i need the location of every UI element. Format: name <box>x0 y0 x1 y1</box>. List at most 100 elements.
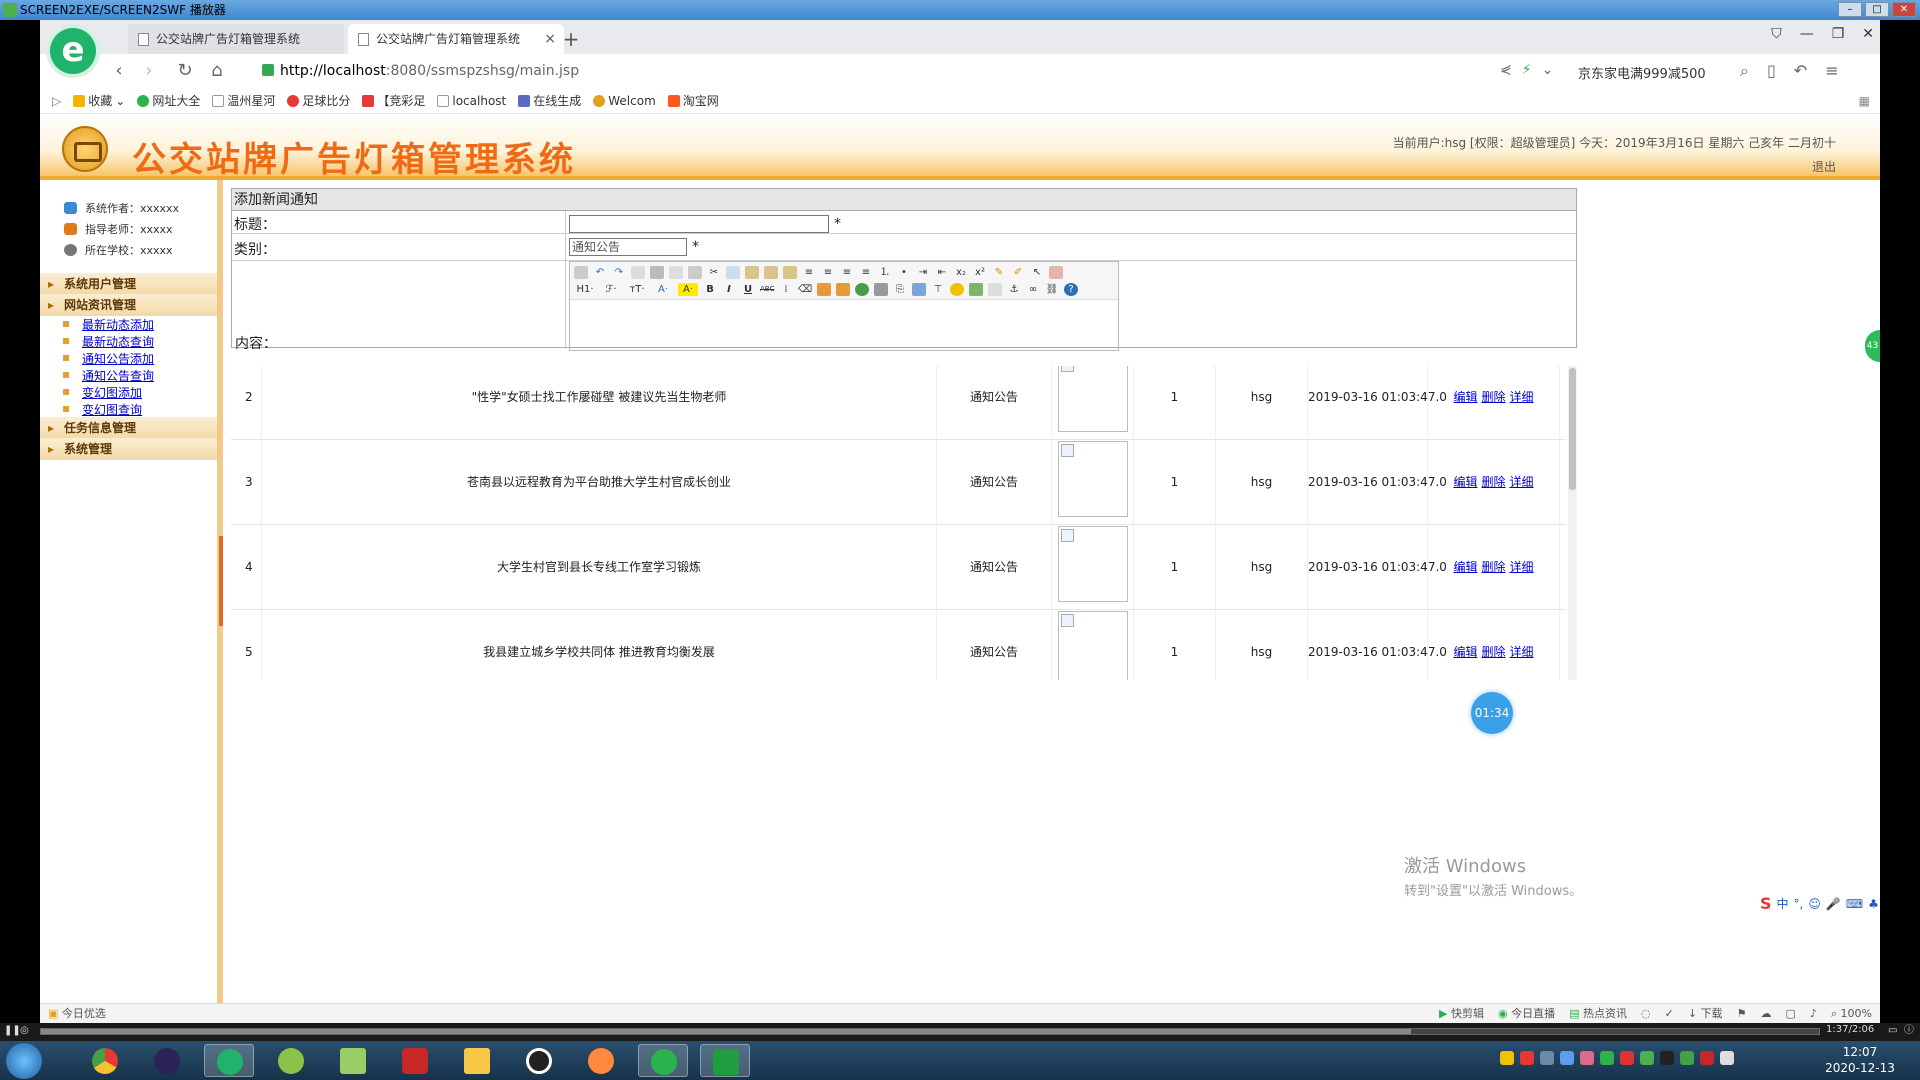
cleanup-icon[interactable]: ✓ <box>1665 1004 1674 1023</box>
edit-link[interactable]: 编辑 <box>1453 390 1477 404</box>
bookmark-icon[interactable]: ▯ <box>1767 61 1776 81</box>
sidebar-item-notice-add[interactable]: 通知公告添加 <box>62 350 154 367</box>
scrollbar-thumb[interactable] <box>1569 368 1576 490</box>
hr-icon[interactable]: ⁞ <box>779 283 793 296</box>
recording-timer[interactable]: 01:34 <box>1471 692 1513 734</box>
emoji-icon[interactable]: ☺ <box>1808 897 1821 911</box>
fullscreen-icon[interactable] <box>1049 266 1063 279</box>
zoom-level[interactable]: ⌕ 100% <box>1831 1004 1872 1023</box>
pagebreak-icon[interactable] <box>988 283 1002 296</box>
delete-link[interactable]: 删除 <box>1481 475 1505 489</box>
mic-icon[interactable]: 🎤 <box>1826 897 1841 911</box>
pause-icon[interactable]: ❚❚ <box>4 1025 21 1037</box>
taskbar-notepad[interactable] <box>328 1044 378 1077</box>
minimize-icon[interactable]: — <box>1800 26 1814 42</box>
source-icon[interactable] <box>574 266 588 279</box>
seek-bar[interactable] <box>40 1028 1820 1035</box>
underline-icon[interactable]: U <box>741 283 755 296</box>
speed-icon[interactable]: ◌ <box>1641 1004 1651 1023</box>
align-left-icon[interactable]: ≡ <box>802 266 816 279</box>
forward-icon[interactable]: › <box>138 60 160 82</box>
menu-news-management[interactable]: 网站资讯管理 <box>40 294 217 316</box>
taskbar-eclipse[interactable] <box>142 1044 192 1077</box>
tray-icon[interactable] <box>1540 1051 1554 1065</box>
hline-icon[interactable]: ⊤ <box>931 283 945 296</box>
strikethrough-icon[interactable]: ABC <box>760 283 774 296</box>
flash-icon[interactable] <box>855 283 869 296</box>
sidebar-item-banner-add[interactable]: 变幻图添加 <box>62 384 142 401</box>
tray-volume-icon[interactable] <box>1700 1051 1714 1065</box>
sidebar-toggle-icon[interactable]: ▷ <box>52 94 61 108</box>
italic-icon[interactable]: I <box>722 283 736 296</box>
cut-icon[interactable]: ✂ <box>707 266 721 279</box>
undo-icon[interactable]: ↶ <box>593 266 607 279</box>
eraser-icon[interactable]: ⌫ <box>798 283 812 296</box>
detail-link[interactable]: 详细 <box>1510 475 1534 489</box>
sidebar-item-banner-query[interactable]: 变幻图查询 <box>62 401 142 418</box>
taskbar-qq[interactable] <box>514 1044 564 1077</box>
maximize-icon[interactable]: □ <box>1865 2 1889 17</box>
share-icon[interactable]: ⋞ <box>1500 62 1512 78</box>
edit-link[interactable]: 编辑 <box>1453 475 1477 489</box>
reload-icon[interactable]: ↻ <box>174 60 196 82</box>
delete-link[interactable]: 删除 <box>1481 645 1505 659</box>
taskbar-clock[interactable]: 12:07 2020-12-13 <box>1820 1044 1900 1076</box>
select-all-icon[interactable]: ✐ <box>1011 266 1025 279</box>
font-color-icon[interactable]: A· <box>653 283 673 296</box>
image-icon[interactable] <box>817 283 831 296</box>
sogou-icon[interactable]: S <box>1760 894 1772 913</box>
font-size-icon[interactable]: тT· <box>626 283 648 296</box>
bookmark-item[interactable]: 淘宝网 <box>667 92 719 109</box>
unlink-icon[interactable]: ⛓ <box>1045 283 1059 296</box>
ime-mode[interactable]: 中 <box>1777 895 1789 912</box>
tray-qq-icon[interactable] <box>1660 1051 1674 1065</box>
window-icon[interactable]: ▢ <box>1785 1004 1795 1023</box>
tray-sogou-icon[interactable] <box>1520 1051 1534 1065</box>
stop-icon[interactable]: ◎ <box>20 1025 32 1037</box>
link-icon[interactable]: ∞ <box>1026 283 1040 296</box>
punctuation-icon[interactable]: °, <box>1794 897 1804 911</box>
taskbar-chrome[interactable] <box>80 1044 130 1077</box>
attachment-icon[interactable]: ⎘ <box>893 283 907 296</box>
subscript-icon[interactable]: x₂ <box>954 266 968 279</box>
tray-shield-icon[interactable] <box>1560 1051 1574 1065</box>
copy-icon[interactable] <box>726 266 740 279</box>
superscript-icon[interactable]: x² <box>973 266 987 279</box>
template-icon[interactable] <box>669 266 683 279</box>
tray-action-icon[interactable] <box>1720 1051 1734 1065</box>
browser-tab-active[interactable]: 公交站牌广告灯箱管理系统 × <box>348 24 564 54</box>
outdent-icon[interactable]: ⇤ <box>935 266 949 279</box>
align-right-icon[interactable]: ≡ <box>840 266 854 279</box>
sidebar-item-news-add[interactable]: 最新动态添加 <box>62 316 154 333</box>
emoticon-icon[interactable] <box>950 283 964 296</box>
sidebar-splitter[interactable] <box>219 536 223 626</box>
detail-link[interactable]: 详细 <box>1510 560 1534 574</box>
preview-icon[interactable] <box>631 266 645 279</box>
anchor-icon[interactable]: ⚓ <box>1007 283 1021 296</box>
search-promo[interactable]: 京东家电满999减500 <box>1578 63 1706 82</box>
bookmark-item[interactable]: localhost <box>437 94 506 108</box>
browser-tab[interactable]: 公交站牌广告灯箱管理系统 <box>128 24 344 54</box>
new-tab-button[interactable]: + <box>556 24 586 54</box>
tray-wechat-icon[interactable] <box>1600 1051 1614 1065</box>
bold-icon[interactable]: B <box>703 283 717 296</box>
sidebar-item-news-query[interactable]: 最新动态查询 <box>62 333 154 350</box>
status-clip[interactable]: ▶ 快剪辑 <box>1439 1004 1484 1023</box>
tray-icon[interactable] <box>1620 1051 1634 1065</box>
keyboard-icon[interactable]: ⌨ <box>1846 897 1863 911</box>
status-download[interactable]: ↓ 下载 <box>1688 1004 1723 1023</box>
align-center-icon[interactable]: ≡ <box>821 266 835 279</box>
bookmark-item[interactable]: 在线生成 <box>518 92 581 109</box>
print-icon[interactable] <box>650 266 664 279</box>
info-icon[interactable]: ⓘ <box>1904 1025 1916 1037</box>
minimize-icon[interactable]: – <box>1838 2 1862 17</box>
highlight-icon[interactable]: A· <box>678 283 698 296</box>
menu-task-management[interactable]: 任务信息管理 <box>40 417 217 439</box>
tray-ps-icon[interactable] <box>1500 1051 1514 1065</box>
help-icon[interactable]: ? <box>1064 283 1078 296</box>
clear-format-icon[interactable]: ✎ <box>992 266 1006 279</box>
bookmark-favorites[interactable]: 收藏 ⌄ <box>73 92 125 109</box>
sidebar-item-notice-query[interactable]: 通知公告查询 <box>62 367 154 384</box>
cloud-icon[interactable]: ☁ <box>1760 1004 1771 1023</box>
media-icon[interactable] <box>874 283 888 296</box>
